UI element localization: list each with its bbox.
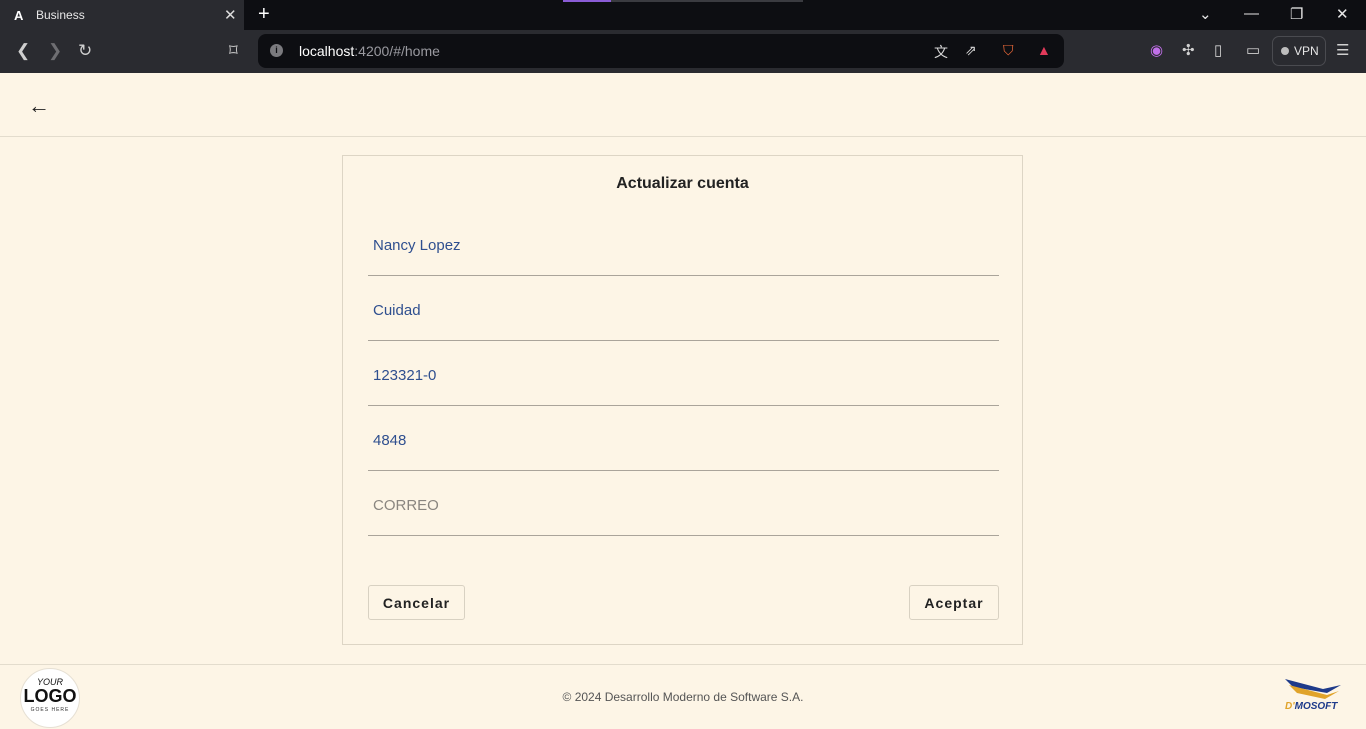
site-info-icon[interactable]: i	[270, 44, 283, 57]
tab-strip-indicator	[563, 0, 611, 2]
brave-shields-icon[interactable]: ⛉	[1003, 42, 1014, 59]
name-field	[368, 225, 999, 276]
dmosoft-wing-icon	[1285, 679, 1341, 699]
url-host: localhost	[299, 43, 355, 59]
id-input[interactable]	[373, 367, 973, 384]
form-title: Actualizar cuenta	[616, 175, 749, 192]
dmosoft-logo: D'MOSOFT	[1283, 677, 1345, 717]
url-text: localhost:4200/#/home	[299, 43, 440, 59]
extensions-puzzle-icon[interactable]: ✣	[1182, 41, 1195, 59]
restore-icon[interactable]: ❐	[1290, 5, 1303, 23]
vpn-label: VPN	[1294, 44, 1319, 58]
translate-icon[interactable]: 文	[934, 42, 948, 62]
extension-circle-icon[interactable]: ◉	[1150, 41, 1163, 59]
back-arrow-icon[interactable]: ←	[28, 93, 50, 119]
bookmark-icon[interactable]: ⌑	[229, 41, 238, 61]
vpn-status-icon	[1281, 47, 1289, 55]
close-tab-icon[interactable]: ✕	[224, 6, 237, 24]
back-nav-icon[interactable]: ❮	[16, 41, 30, 61]
close-window-icon[interactable]: ✕	[1336, 5, 1349, 23]
reload-icon[interactable]: ↻	[78, 41, 92, 61]
city-field	[368, 290, 999, 341]
name-input[interactable]	[373, 237, 973, 254]
update-account-card: Actualizar cuenta Cancelar Aceptar	[342, 155, 1023, 645]
sidebar-icon[interactable]: ▯	[1214, 41, 1222, 59]
wallet-icon[interactable]: ▭	[1246, 41, 1260, 59]
url-path: :4200/#/home	[354, 43, 440, 59]
city-input[interactable]	[373, 302, 973, 319]
logo-goes-text: GOES HERE	[30, 707, 70, 713]
address-bar[interactable]: i localhost:4200/#/home 文 ⇗ ⛉ ▲	[258, 34, 1064, 68]
minimize-icon[interactable]: —	[1244, 5, 1259, 22]
browser-tab-bar: A Business ✕ + ⌄ — ❐ ✕	[0, 0, 1366, 30]
forward-nav-icon[interactable]: ❯	[48, 41, 62, 61]
share-icon[interactable]: ⇗	[965, 42, 977, 59]
new-tab-icon[interactable]: +	[258, 3, 270, 26]
browser-tab[interactable]: A Business ✕	[0, 0, 244, 30]
vpn-button[interactable]: VPN	[1272, 36, 1326, 66]
id-field	[368, 355, 999, 406]
phone-field	[368, 420, 999, 471]
copyright-text: © 2024 Desarrollo Moderno de Software S.…	[562, 690, 804, 704]
brave-rewards-icon[interactable]: ▲	[1037, 42, 1051, 58]
email-field	[368, 485, 999, 536]
accept-button[interactable]: Aceptar	[909, 585, 999, 620]
dmosoft-text: D'MOSOFT	[1285, 701, 1337, 712]
email-input[interactable]	[373, 497, 973, 514]
phone-input[interactable]	[373, 432, 973, 449]
tab-strip-divider	[611, 0, 803, 2]
footer: YOUR LOGO GOES HERE © 2024 Desarrollo Mo…	[0, 664, 1366, 729]
app-header: ←	[0, 73, 1366, 137]
cancel-button[interactable]: Cancelar	[368, 585, 465, 620]
menu-icon[interactable]: ☰	[1336, 41, 1349, 59]
angular-icon: A	[14, 8, 24, 23]
tab-search-chevron-icon[interactable]: ⌄	[1199, 5, 1212, 23]
dmosoft-d: D'	[1285, 701, 1295, 712]
dmosoft-rest: MOSOFT	[1294, 701, 1338, 712]
browser-toolbar: ❮ ❯ ↻ ⌑ i localhost:4200/#/home 文 ⇗ ⛉ ▲ …	[0, 30, 1366, 73]
tab-title: Business	[36, 8, 85, 22]
